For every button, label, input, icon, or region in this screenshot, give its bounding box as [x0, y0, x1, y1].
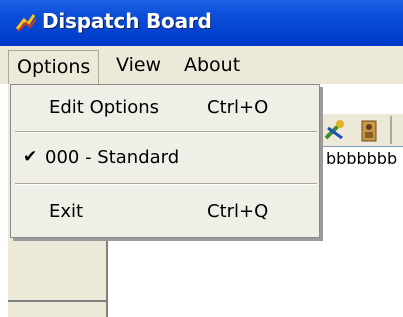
check-icon: ✔ [23, 147, 38, 167]
edit-options-shortcut: Ctrl+O [207, 97, 269, 118]
window-title: Dispatch Board [42, 9, 212, 33]
side-divider [8, 300, 106, 302]
filter-field[interactable]: bbbbbbb [320, 146, 403, 170]
menu-separator [15, 131, 317, 133]
menu-item-exit[interactable]: Exit Ctrl+Q [11, 193, 319, 229]
title-bar[interactable]: Dispatch Board [0, 0, 403, 46]
options-dropdown: Edit Options Ctrl+O ✔ 000 - Standard Exi… [10, 84, 320, 238]
menu-options[interactable]: Options [8, 50, 100, 84]
toolbar [320, 114, 403, 147]
menu-view[interactable]: View [108, 46, 169, 84]
edit-options-label: Edit Options [49, 97, 160, 118]
toolbar-separator [390, 116, 392, 144]
profile-label: 000 - Standard [45, 147, 180, 168]
app-icon [14, 11, 38, 35]
exit-shortcut: Ctrl+Q [207, 201, 269, 222]
menu-bar: Options View About [0, 46, 403, 84]
toolbar-person-icon[interactable] [356, 118, 384, 144]
menu-about[interactable]: About [176, 46, 248, 84]
menu-item-profile[interactable]: ✔ 000 - Standard [11, 139, 319, 175]
toolbar-tool-icon[interactable] [322, 118, 350, 144]
menu-separator [15, 183, 317, 185]
menu-item-edit-options[interactable]: Edit Options Ctrl+O [11, 89, 319, 125]
exit-label: Exit [49, 201, 84, 222]
